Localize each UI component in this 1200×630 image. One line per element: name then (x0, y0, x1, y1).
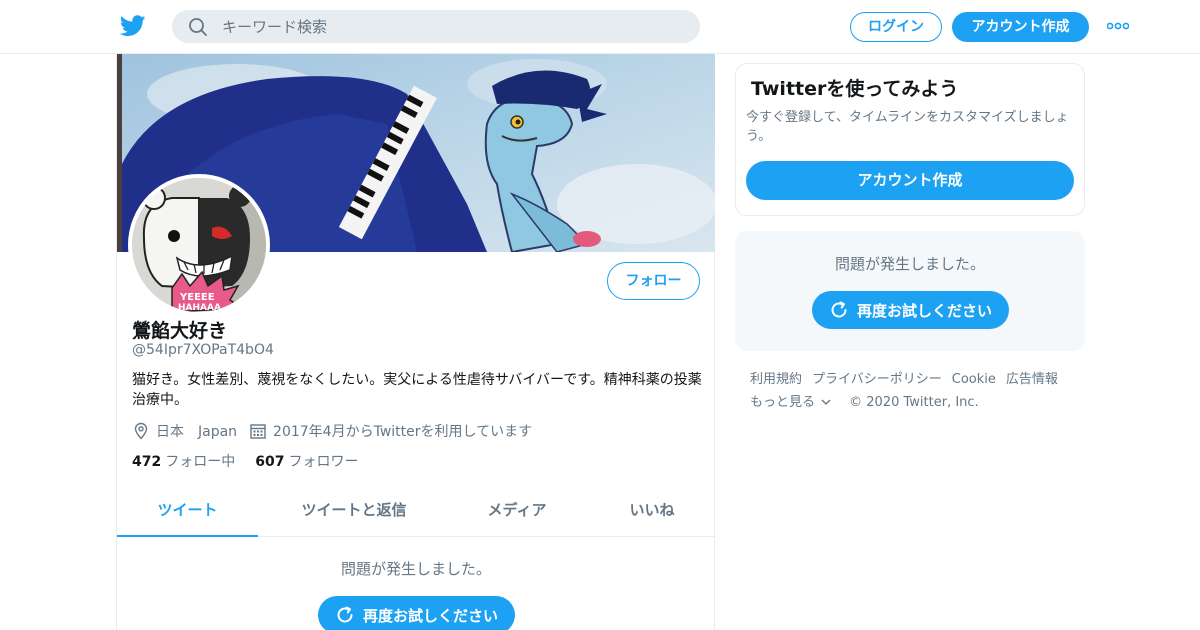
following-label: フォロー中 (165, 454, 236, 470)
signup-card-title: Twitterを使ってみよう (751, 78, 959, 100)
signup-card-button[interactable]: アカウント作成 (746, 161, 1074, 200)
signup-card-description: 今すぐ登録して、タイムラインをカスタマイズしましょう。 (746, 110, 1069, 144)
twitter-bird-icon[interactable] (120, 14, 146, 38)
footer-more-button[interactable]: もっと見る (750, 391, 831, 414)
sidebar-error-message: 問題が発生しました。 (834, 255, 985, 273)
chevron-down-icon (821, 399, 831, 405)
search-input[interactable] (222, 10, 682, 43)
followers-stat[interactable]: 607 フォロワー (255, 451, 358, 471)
login-button[interactable]: ログイン (850, 12, 942, 42)
profile-display-name: 鶯餡大好き (132, 320, 228, 342)
location-icon (134, 422, 148, 440)
profile-bio: 猫好き。女性差別、蔑視をなくしたい。実父による性虐待サバイバーです。精神科薬の投… (132, 372, 702, 408)
search-icon (189, 18, 207, 36)
footer-more-label: もっと見る (750, 395, 816, 410)
svg-text:HAHAAA: HAHAAA (178, 303, 221, 312)
sidebar-retry-button[interactable]: 再度お試しください (812, 291, 1009, 329)
footer-link-ads-info[interactable]: 広告情報 (1006, 368, 1058, 391)
footer-link-privacy[interactable]: プライバシーポリシー (812, 368, 942, 391)
signup-card: Twitterを使ってみよう 今すぐ登録して、タイムラインをカスタマイズしましょ… (735, 63, 1085, 216)
timeline-error-message: 問題が発生しました。 (340, 560, 491, 578)
profile-tabs: ツイート ツイートと返信 メディア いいね (117, 490, 715, 537)
footer-link-cookie[interactable]: Cookie (952, 368, 996, 391)
footer-copyright: © 2020 Twitter, Inc. (849, 395, 979, 410)
profile-column: YEEEE HAHAAA フォロー 鶯餡大好き @54Ipr7XOPaT4bO4… (116, 54, 715, 630)
tab-tweets[interactable]: ツイート (117, 490, 258, 537)
footer-link-terms[interactable]: 利用規約 (750, 368, 802, 391)
followers-count: 607 (255, 454, 285, 470)
following-stat[interactable]: 472 フォロー中 (132, 451, 235, 471)
profile-joined-date: 2017年4月からTwitterを利用しています (273, 424, 533, 440)
refresh-icon (337, 606, 353, 623)
more-icon[interactable] (1107, 22, 1129, 30)
sidebar-footer: 利用規約 プライバシーポリシー Cookie 広告情報 もっと見る © 2020… (750, 368, 1080, 414)
profile-avatar[interactable]: YEEEE HAHAAA (128, 174, 270, 316)
tab-likes[interactable]: いいね (597, 490, 707, 537)
sidebar-retry-label: 再度お試しください (856, 301, 992, 320)
search-bar[interactable] (172, 10, 700, 43)
followers-label: フォロワー (288, 454, 359, 470)
calendar-icon (250, 424, 266, 439)
refresh-icon (831, 301, 847, 318)
follow-button[interactable]: フォロー (607, 262, 700, 300)
profile-stats: 472 フォロー中 607 フォロワー (132, 451, 378, 471)
profile-meta: 日本 Japan 2017年4月からTwitterを利用しています (132, 420, 532, 442)
following-count: 472 (132, 454, 162, 470)
timeline-retry-button[interactable]: 再度お試しください (318, 596, 515, 630)
profile-handle[interactable]: @54Ipr7XOPaT4bO4 (132, 342, 274, 358)
profile-location: 日本 Japan (156, 424, 238, 440)
top-navigation-bar: ログイン アカウント作成 (0, 0, 1200, 54)
tab-tweets-and-replies[interactable]: ツイートと返信 (269, 490, 439, 537)
sidebar-error-box: 問題が発生しました。 再度お試しください (735, 231, 1085, 351)
timeline-retry-label: 再度お試しください (362, 606, 498, 625)
svg-text:YEEEE: YEEEE (179, 292, 215, 303)
signup-button[interactable]: アカウント作成 (952, 12, 1089, 42)
tab-media[interactable]: メディア (457, 490, 577, 537)
